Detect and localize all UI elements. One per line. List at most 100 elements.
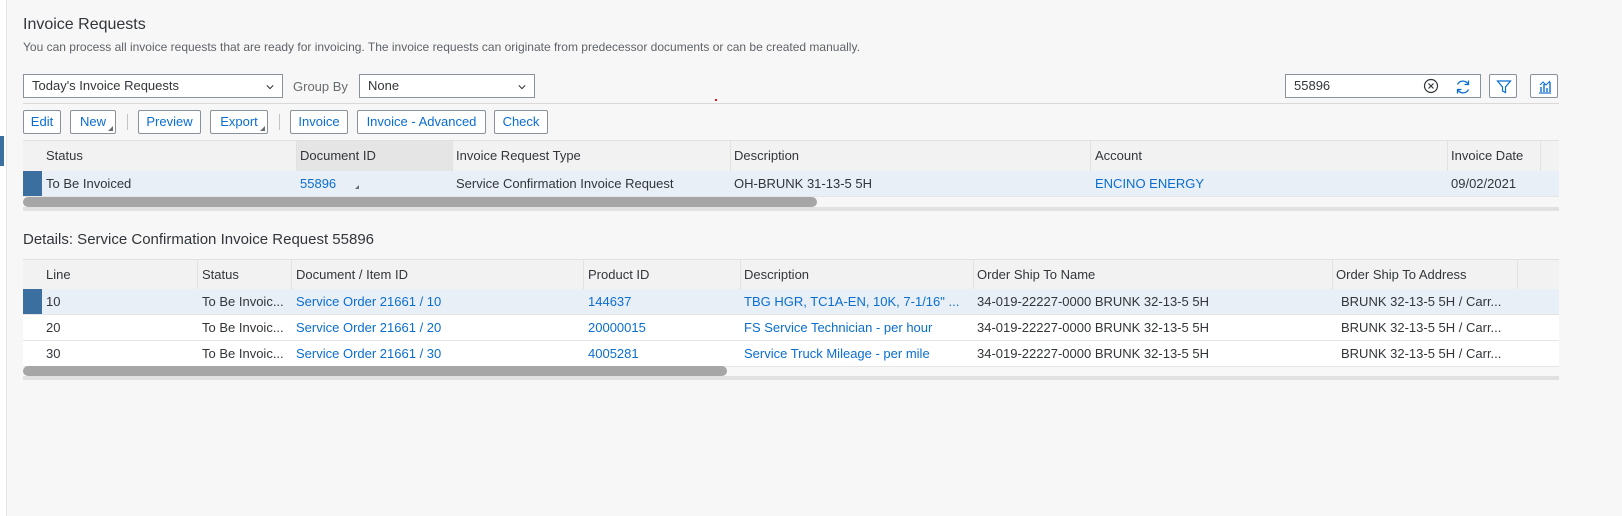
table-row[interactable]: 30 To Be Invoic... Service Order 21661 /… <box>23 341 1559 367</box>
ship-to-address-cell: BRUNK 32-13-5 5H / Carr... <box>1341 346 1502 361</box>
toolbar-separator <box>127 114 128 130</box>
table-settings-icon <box>1539 80 1551 94</box>
account-link[interactable]: ENCINO ENERGY <box>1095 176 1445 191</box>
description-link[interactable]: Service Truck Mileage - per mile <box>744 346 969 361</box>
row-selection-marker[interactable] <box>23 171 42 196</box>
check-button[interactable]: Check <box>494 110 548 134</box>
export-button-label: Export <box>220 114 258 129</box>
ship-to-name-cell: 34-019-22227-0000 BRUNK 32-13-5 5H <box>977 346 1209 361</box>
line-cell: 20 <box>46 320 61 335</box>
focus-marker <box>715 99 717 101</box>
item-id-link[interactable]: Service Order 21661 / 30 <box>296 346 581 361</box>
table-header: Status Document ID Invoice Request Type … <box>23 140 1559 172</box>
col-status[interactable]: Status <box>46 148 296 163</box>
edit-button[interactable]: Edit <box>23 110 61 134</box>
invoice-button[interactable]: Invoice <box>290 110 348 134</box>
new-button-label: New <box>79 114 106 129</box>
column-separator <box>973 260 974 289</box>
search-input[interactable]: 55896 <box>1285 74 1481 98</box>
column-separator <box>730 141 731 171</box>
page-description: You can process all invoice requests tha… <box>23 40 860 54</box>
col-document-item-id[interactable]: Document / Item ID <box>296 267 581 282</box>
details-table: Line Status Document / Item ID Product I… <box>23 259 1559 383</box>
col-ship-to-name[interactable]: Order Ship To Name <box>977 267 1327 282</box>
toolbar-divider <box>23 103 1559 104</box>
group-by-label: Group By <box>293 79 348 94</box>
export-button[interactable]: Export <box>210 110 268 134</box>
column-separator <box>1090 141 1091 171</box>
details-title: Details: Service Confirmation Invoice Re… <box>23 231 375 248</box>
column-separator <box>1447 141 1448 171</box>
toolbar-separator <box>279 114 280 130</box>
product-id-link[interactable]: 4005281 <box>588 346 738 361</box>
product-id-link[interactable]: 144637 <box>588 294 738 309</box>
type-cell: Service Confirmation Invoice Request <box>456 176 674 191</box>
ship-to-address-cell: BRUNK 32-13-5 5H / Carr... <box>1341 320 1502 335</box>
ship-to-address-cell: BRUNK 32-13-5 5H / Carr... <box>1341 294 1502 309</box>
col-product-id[interactable]: Product ID <box>588 267 738 282</box>
status-cell: To Be Invoic... <box>202 346 284 361</box>
item-id-link[interactable]: Service Order 21661 / 20 <box>296 320 581 335</box>
column-separator <box>452 141 453 171</box>
col-account[interactable]: Account <box>1095 148 1445 163</box>
table-row[interactable]: 10 To Be Invoic... Service Order 21661 /… <box>23 289 1559 315</box>
menu-corner-icon <box>260 126 265 131</box>
column-separator <box>1540 141 1541 171</box>
column-separator <box>1517 260 1518 289</box>
new-button[interactable]: New <box>70 110 116 134</box>
invoice-advanced-button[interactable]: Invoice - Advanced <box>357 110 486 134</box>
chevron-down-icon <box>266 85 274 90</box>
invoice-date-cell: 09/02/2021 <box>1451 176 1517 191</box>
menu-corner-icon <box>108 126 113 131</box>
column-separator <box>740 260 741 289</box>
horizontal-scrollbar-track[interactable] <box>23 376 1559 380</box>
horizontal-scrollbar-thumb[interactable] <box>23 197 817 207</box>
col-invoice-date[interactable]: Invoice Date <box>1451 148 1541 163</box>
item-corner-icon <box>355 185 359 189</box>
filter-button[interactable] <box>1489 74 1517 98</box>
search-value: 55896 <box>1294 78 1331 93</box>
item-id-link[interactable]: Service Order 21661 / 10 <box>296 294 581 309</box>
line-cell: 10 <box>46 294 61 309</box>
status-cell: To Be Invoic... <box>202 320 284 335</box>
ship-to-name-cell: 34-019-22227-0000 BRUNK 32-13-5 5H <box>977 294 1209 309</box>
col-line[interactable]: Line <box>46 267 196 282</box>
description-cell: OH-BRUNK 31-13-5 5H <box>734 176 872 191</box>
line-cell: 30 <box>46 346 61 361</box>
chevron-down-icon <box>518 85 526 90</box>
left-rail-marker <box>0 136 4 166</box>
group-by-value: None <box>368 78 400 93</box>
view-select[interactable]: Today's Invoice Requests <box>23 74 283 98</box>
horizontal-scrollbar-thumb[interactable] <box>23 366 727 376</box>
invoice-requests-table: Status Document ID Invoice Request Type … <box>23 140 1559 215</box>
left-rail <box>0 0 7 516</box>
table-settings-button[interactable] <box>1530 74 1558 98</box>
table-row[interactable]: 20 To Be Invoic... Service Order 21661 /… <box>23 315 1559 341</box>
preview-button[interactable]: Preview <box>138 110 201 134</box>
ship-to-name-cell: 34-019-22227-0000 BRUNK 32-13-5 5H <box>977 320 1209 335</box>
column-separator <box>583 260 584 289</box>
col-document-id[interactable]: Document ID <box>300 148 450 163</box>
col-invoice-request-type[interactable]: Invoice Request Type <box>456 148 726 163</box>
description-link[interactable]: FS Service Technician - per hour <box>744 320 969 335</box>
group-by-select[interactable]: None <box>359 74 535 98</box>
row-selection-marker[interactable] <box>23 289 42 314</box>
col-description[interactable]: Description <box>734 148 1084 163</box>
status-cell: To Be Invoiced <box>46 176 132 191</box>
col-ship-to-address[interactable]: Order Ship To Address <box>1336 267 1516 282</box>
view-select-value: Today's Invoice Requests <box>32 78 180 93</box>
table-row[interactable]: To Be Invoiced 55896 Service Confirmatio… <box>23 171 1559 197</box>
document-id-link[interactable]: 55896 <box>300 176 360 191</box>
horizontal-scrollbar-track[interactable] <box>23 207 1559 211</box>
refresh-icon[interactable] <box>1454 78 1472 96</box>
clear-circle-icon[interactable] <box>1423 78 1439 94</box>
col-status[interactable]: Status <box>202 267 292 282</box>
filter-icon <box>1496 80 1512 94</box>
page-title: Invoice Requests <box>23 16 146 33</box>
description-link[interactable]: TBG HGR, TC1A-EN, 10K, 7-1/16" ... <box>744 294 969 309</box>
status-cell: To Be Invoic... <box>202 294 284 309</box>
details-header: Line Status Document / Item ID Product I… <box>23 259 1559 290</box>
product-id-link[interactable]: 20000015 <box>588 320 738 335</box>
col-description[interactable]: Description <box>744 267 969 282</box>
column-separator <box>197 260 198 289</box>
